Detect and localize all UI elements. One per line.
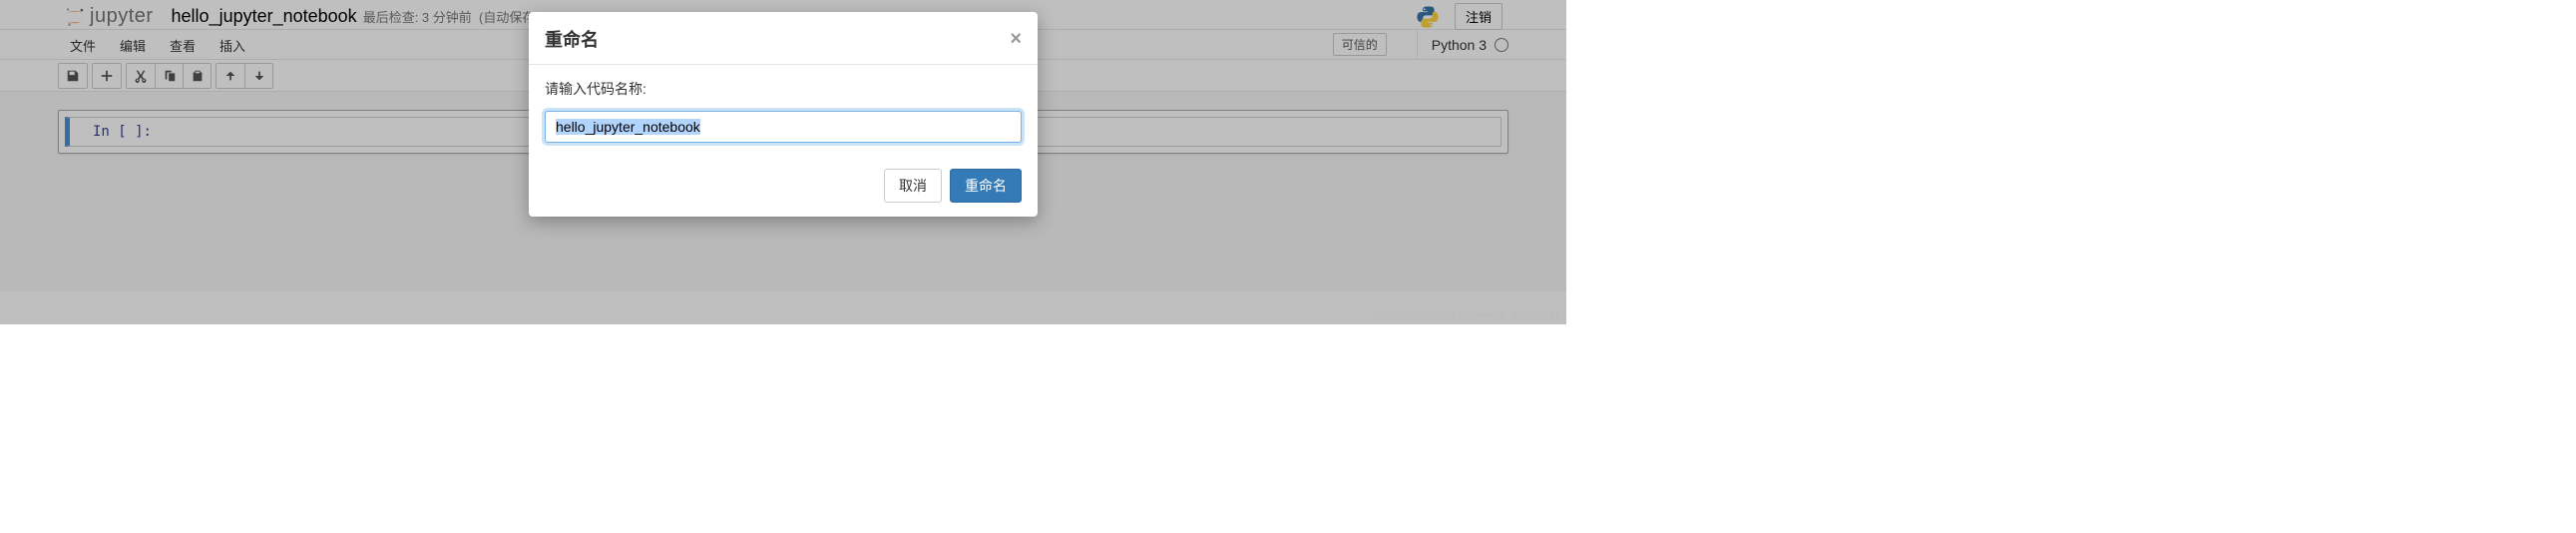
rename-input[interactable] (545, 111, 1022, 143)
modal-overlay: 重命名 × 请输入代码名称: 取消 重命名 (0, 0, 1566, 324)
rename-dialog: 重命名 × 请输入代码名称: 取消 重命名 (529, 12, 1038, 217)
rename-prompt-label: 请输入代码名称: (545, 79, 1022, 99)
cancel-button[interactable]: 取消 (884, 169, 942, 203)
confirm-rename-button[interactable]: 重命名 (950, 169, 1022, 203)
source-watermark: https://blog.csdn.net/weixin_44650011 (1375, 309, 1560, 321)
modal-title: 重命名 (545, 26, 1010, 52)
close-icon[interactable]: × (1010, 29, 1022, 49)
